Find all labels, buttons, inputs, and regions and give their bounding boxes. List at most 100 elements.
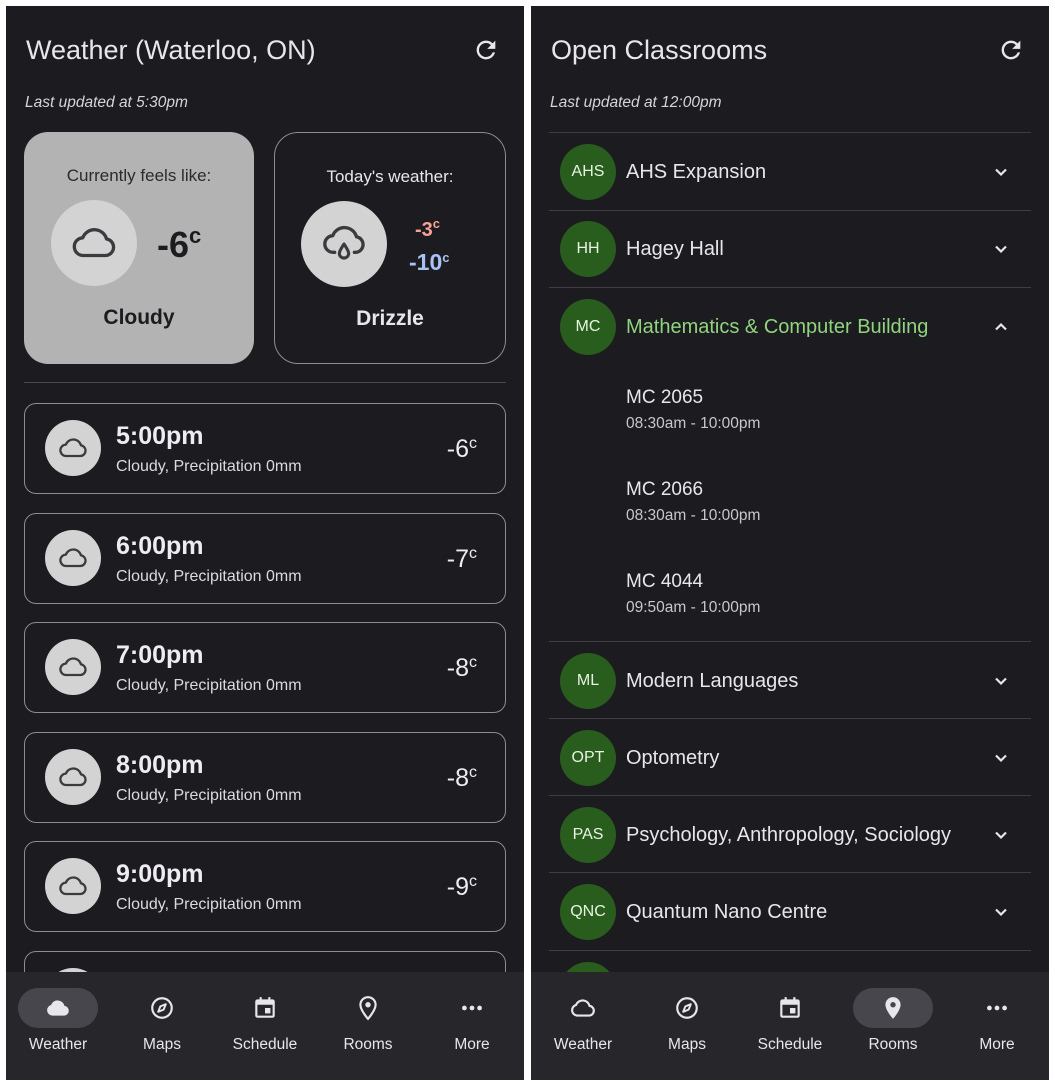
rooms-screen: Open Classrooms Last updated at 12:00pm … (531, 6, 1049, 1080)
nav-schedule[interactable]: Schedule (740, 986, 840, 1056)
hourly-description: Cloudy, Precipitation 0mm (116, 568, 302, 585)
header: Open Classrooms (551, 34, 1029, 74)
hourly-time: 9:00pm (116, 860, 204, 888)
bottom-navigation: Weather Maps Schedule Rooms More (531, 972, 1049, 1080)
today-weather-card: Today's weather: -3c -10c Drizzle (274, 132, 506, 364)
hourly-description: Cloudy, Precipitation 0mm (116, 896, 302, 913)
hourly-description: Cloudy, Precipitation 0mm (116, 787, 302, 804)
chevron-down-icon[interactable] (991, 748, 1011, 768)
nav-schedule[interactable]: Schedule (215, 986, 315, 1056)
current-temp: -6c (157, 223, 202, 265)
hourly-icon-circle (45, 749, 101, 805)
cloud-icon (47, 1000, 69, 1016)
cloud-icon (59, 548, 87, 568)
room-hours: 09:50am - 10:00pm (626, 599, 761, 616)
nav-label: Rooms (343, 1036, 393, 1053)
building-item-pas[interactable]: PAS Psychology, Anthropology, Sociology (549, 797, 1031, 873)
hourly-item[interactable]: 6:00pm Cloudy, Precipitation 0mm -7c (24, 513, 506, 604)
page-title: Weather (Waterloo, ON) (26, 35, 316, 65)
cloud-icon (59, 438, 87, 458)
hourly-temp: -8c (446, 764, 477, 792)
hourly-icon-circle (45, 420, 101, 476)
cloud-icon (72, 228, 116, 258)
refresh-icon[interactable] (997, 36, 1025, 64)
room-item[interactable]: MC 2065 08:30am - 10:00pm (626, 387, 760, 433)
hourly-item[interactable]: 9:00pm Cloudy, Precipitation 0mm -9c (24, 841, 506, 932)
hourly-item[interactable]: 8:00pm Cloudy, Precipitation 0mm -8c (24, 732, 506, 823)
chevron-down-icon[interactable] (991, 162, 1011, 182)
location-pin-icon (885, 997, 901, 1019)
chevron-down-icon[interactable] (991, 825, 1011, 845)
nav-more[interactable]: More (422, 986, 522, 1056)
calendar-icon (780, 997, 800, 1018)
weather-screen: Weather (Waterloo, ON) Last updated at 5… (6, 6, 524, 1080)
nav-weather[interactable]: Weather (8, 986, 108, 1056)
today-label: Today's weather: (326, 167, 454, 186)
building-code-avatar: HH (560, 221, 616, 277)
hourly-item[interactable]: 5:00pm Cloudy, Precipitation 0mm -6c (24, 403, 506, 494)
nav-label: Weather (553, 1036, 613, 1053)
chevron-down-icon[interactable] (991, 239, 1011, 259)
hourly-item[interactable]: 7:00pm Cloudy, Precipitation 0mm -8c (24, 622, 506, 713)
list-divider (549, 795, 1031, 796)
current-weather-card: Currently feels like: -6c Cloudy (24, 132, 254, 364)
nav-rooms[interactable]: Rooms (318, 986, 418, 1056)
today-high-temp: -3c (415, 216, 441, 241)
compass-icon (676, 997, 698, 1019)
room-name: MC 2066 (626, 479, 704, 500)
header: Weather (Waterloo, ON) (26, 34, 504, 74)
hourly-temp: -7c (446, 545, 477, 573)
list-divider (549, 287, 1031, 288)
hourly-temp: -8c (446, 654, 477, 682)
chevron-down-icon[interactable] (991, 902, 1011, 922)
building-item-ahs[interactable]: AHS AHS Expansion (549, 134, 1031, 210)
building-item-hh[interactable]: HH Hagey Hall (549, 211, 1031, 287)
last-updated: Last updated at 12:00pm (550, 94, 722, 111)
cloud-icon (59, 657, 87, 677)
hourly-icon-circle (45, 858, 101, 914)
list-divider (549, 718, 1031, 719)
chevron-down-icon[interactable] (991, 671, 1011, 691)
room-item[interactable]: MC 4044 09:50am - 10:00pm (626, 571, 760, 617)
building-item-opt[interactable]: OPT Optometry (549, 720, 1031, 796)
nav-rooms[interactable]: Rooms (843, 986, 943, 1056)
building-code-avatar: MC (560, 299, 616, 355)
nav-maps[interactable]: Maps (637, 986, 737, 1056)
building-item-ml[interactable]: ML Modern Languages (549, 643, 1031, 719)
cloud-icon (571, 999, 595, 1017)
chevron-up-icon[interactable] (991, 317, 1011, 337)
building-code-avatar: PAS (560, 807, 616, 863)
refresh-icon[interactable] (472, 36, 500, 64)
current-condition: Cloudy (103, 306, 175, 329)
nav-weather[interactable]: Weather (533, 986, 633, 1056)
today-condition: Drizzle (356, 307, 424, 330)
nav-maps[interactable]: Maps (112, 986, 212, 1056)
bottom-navigation: Weather Maps Schedule Rooms More (6, 972, 524, 1080)
hourly-icon-circle (45, 639, 101, 695)
building-code-avatar: QNC (560, 884, 616, 940)
room-hours: 08:30am - 10:00pm (626, 507, 761, 524)
nav-more[interactable]: More (947, 986, 1047, 1056)
nav-label: Rooms (868, 1036, 918, 1053)
building-code-avatar: ML (560, 653, 616, 709)
nav-label: Maps (143, 1036, 181, 1053)
building-name: Optometry (626, 747, 720, 769)
building-name: Psychology, Anthropology, Sociology (626, 824, 952, 846)
cloud-icon (59, 767, 87, 787)
drizzle-icon (323, 225, 365, 260)
building-name: Hagey Hall (626, 238, 724, 260)
hourly-description: Cloudy, Precipitation 0mm (116, 677, 302, 694)
room-item[interactable]: MC 2066 08:30am - 10:00pm (626, 479, 760, 525)
nav-label: Maps (668, 1036, 706, 1053)
nav-label: Schedule (757, 1036, 823, 1053)
nav-label: Weather (28, 1036, 88, 1053)
calendar-icon (255, 997, 275, 1018)
hourly-time: 8:00pm (116, 751, 204, 779)
building-code-avatar: AHS (560, 144, 616, 200)
hourly-icon-circle (45, 530, 101, 586)
building-name: Mathematics & Computer Building (626, 316, 929, 338)
building-item-mc[interactable]: MC Mathematics & Computer Building (549, 289, 1031, 365)
more-icon (462, 1005, 482, 1011)
building-item-qnc[interactable]: QNC Quantum Nano Centre (549, 874, 1031, 950)
building-code-avatar: OPT (560, 730, 616, 786)
